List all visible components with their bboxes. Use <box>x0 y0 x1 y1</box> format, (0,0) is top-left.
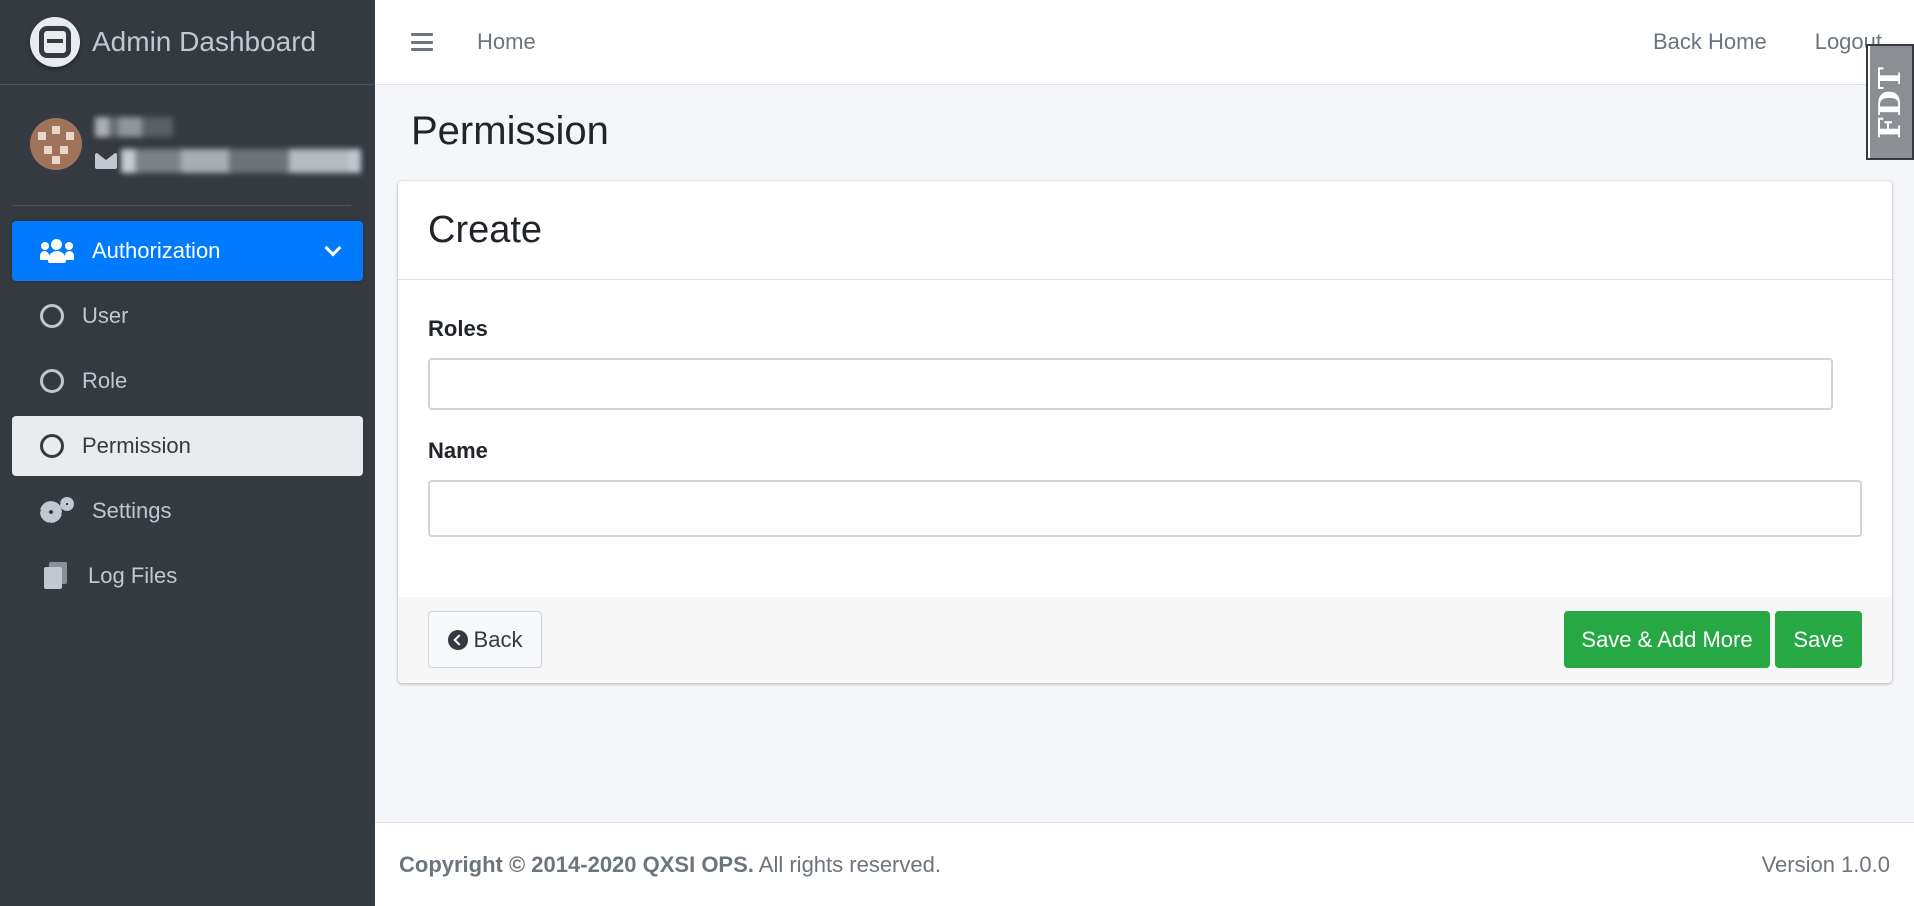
form-actions: Back Save & Add More Save <box>398 597 1892 682</box>
user-name[interactable] <box>95 115 173 141</box>
sidebar-item-label: Permission <box>82 433 191 458</box>
name-input[interactable] <box>428 480 1862 537</box>
sidebar-item-permission[interactable]: Permission <box>12 416 363 476</box>
circle-icon <box>40 369 64 393</box>
page-footer: Copyright © 2014-2020 QXSI OPS. All righ… <box>375 822 1914 906</box>
save-button[interactable]: Save <box>1775 611 1862 668</box>
sidebar-item-label: Role <box>82 368 128 393</box>
sidebar-item-label: Log Files <box>88 563 178 588</box>
circle-icon <box>40 304 64 328</box>
form-body: Roles Name <box>398 280 1892 597</box>
envelope-icon <box>95 153 117 169</box>
users-icon <box>40 239 74 263</box>
sidebar-item-authorization[interactable]: Authorization <box>12 221 363 281</box>
sidebar-item-log-files[interactable]: Log Files <box>12 546 363 606</box>
create-form-card: Create Roles Name Back Save & Add More S… <box>398 181 1892 683</box>
save-and-add-more-button[interactable]: Save & Add More <box>1564 611 1770 668</box>
version-label: Version 1.0.0 <box>1761 851 1890 877</box>
brand-link[interactable]: Admin Dashboard <box>0 0 375 85</box>
sidebar-item-settings[interactable]: Settings <box>12 481 363 541</box>
nav-home-link[interactable]: Home <box>477 29 536 55</box>
page-title: Permission <box>411 109 609 153</box>
roles-label: Roles <box>428 316 488 341</box>
circle-icon <box>40 434 64 458</box>
copyright-text: Copyright © 2014-2020 QXSI OPS. <box>399 851 754 877</box>
user-panel <box>0 85 363 221</box>
back-button[interactable]: Back <box>428 611 542 668</box>
sidebar-nav: Authorization User Role Permission Setti… <box>0 221 375 606</box>
card-header: Create <box>398 181 1892 280</box>
menu-toggle-icon[interactable] <box>411 33 433 51</box>
chevron-down-icon <box>324 239 342 257</box>
copyright-rest: All rights reserved. <box>753 851 941 877</box>
name-label: Name <box>428 438 488 463</box>
sidebar: Admin Dashboard Authorization User Role … <box>0 0 375 906</box>
top-navbar: Home Back Home Logout <box>375 0 1914 85</box>
sidebar-item-label: Settings <box>92 498 172 523</box>
sidebar-item-role[interactable]: Role <box>12 351 363 411</box>
back-button-label: Back <box>473 626 523 652</box>
avatar[interactable] <box>30 118 82 170</box>
brand-title: Admin Dashboard <box>92 26 317 57</box>
corner-badge[interactable]: FDT <box>1866 44 1914 160</box>
back-home-link[interactable]: Back Home <box>1653 29 1767 55</box>
brand-logo-icon <box>30 17 80 67</box>
sidebar-item-label: Authorization <box>92 238 221 263</box>
user-email <box>95 149 361 173</box>
card-title: Create <box>428 208 543 251</box>
sidebar-item-label: User <box>82 303 129 328</box>
roles-select[interactable] <box>428 358 1833 410</box>
main-content: Permission Create Roles Name Back Save &… <box>375 86 1914 683</box>
gears-icon <box>40 497 74 525</box>
chevron-circle-left-icon <box>447 629 468 650</box>
sidebar-item-user[interactable]: User <box>12 286 363 346</box>
files-icon <box>40 562 70 590</box>
